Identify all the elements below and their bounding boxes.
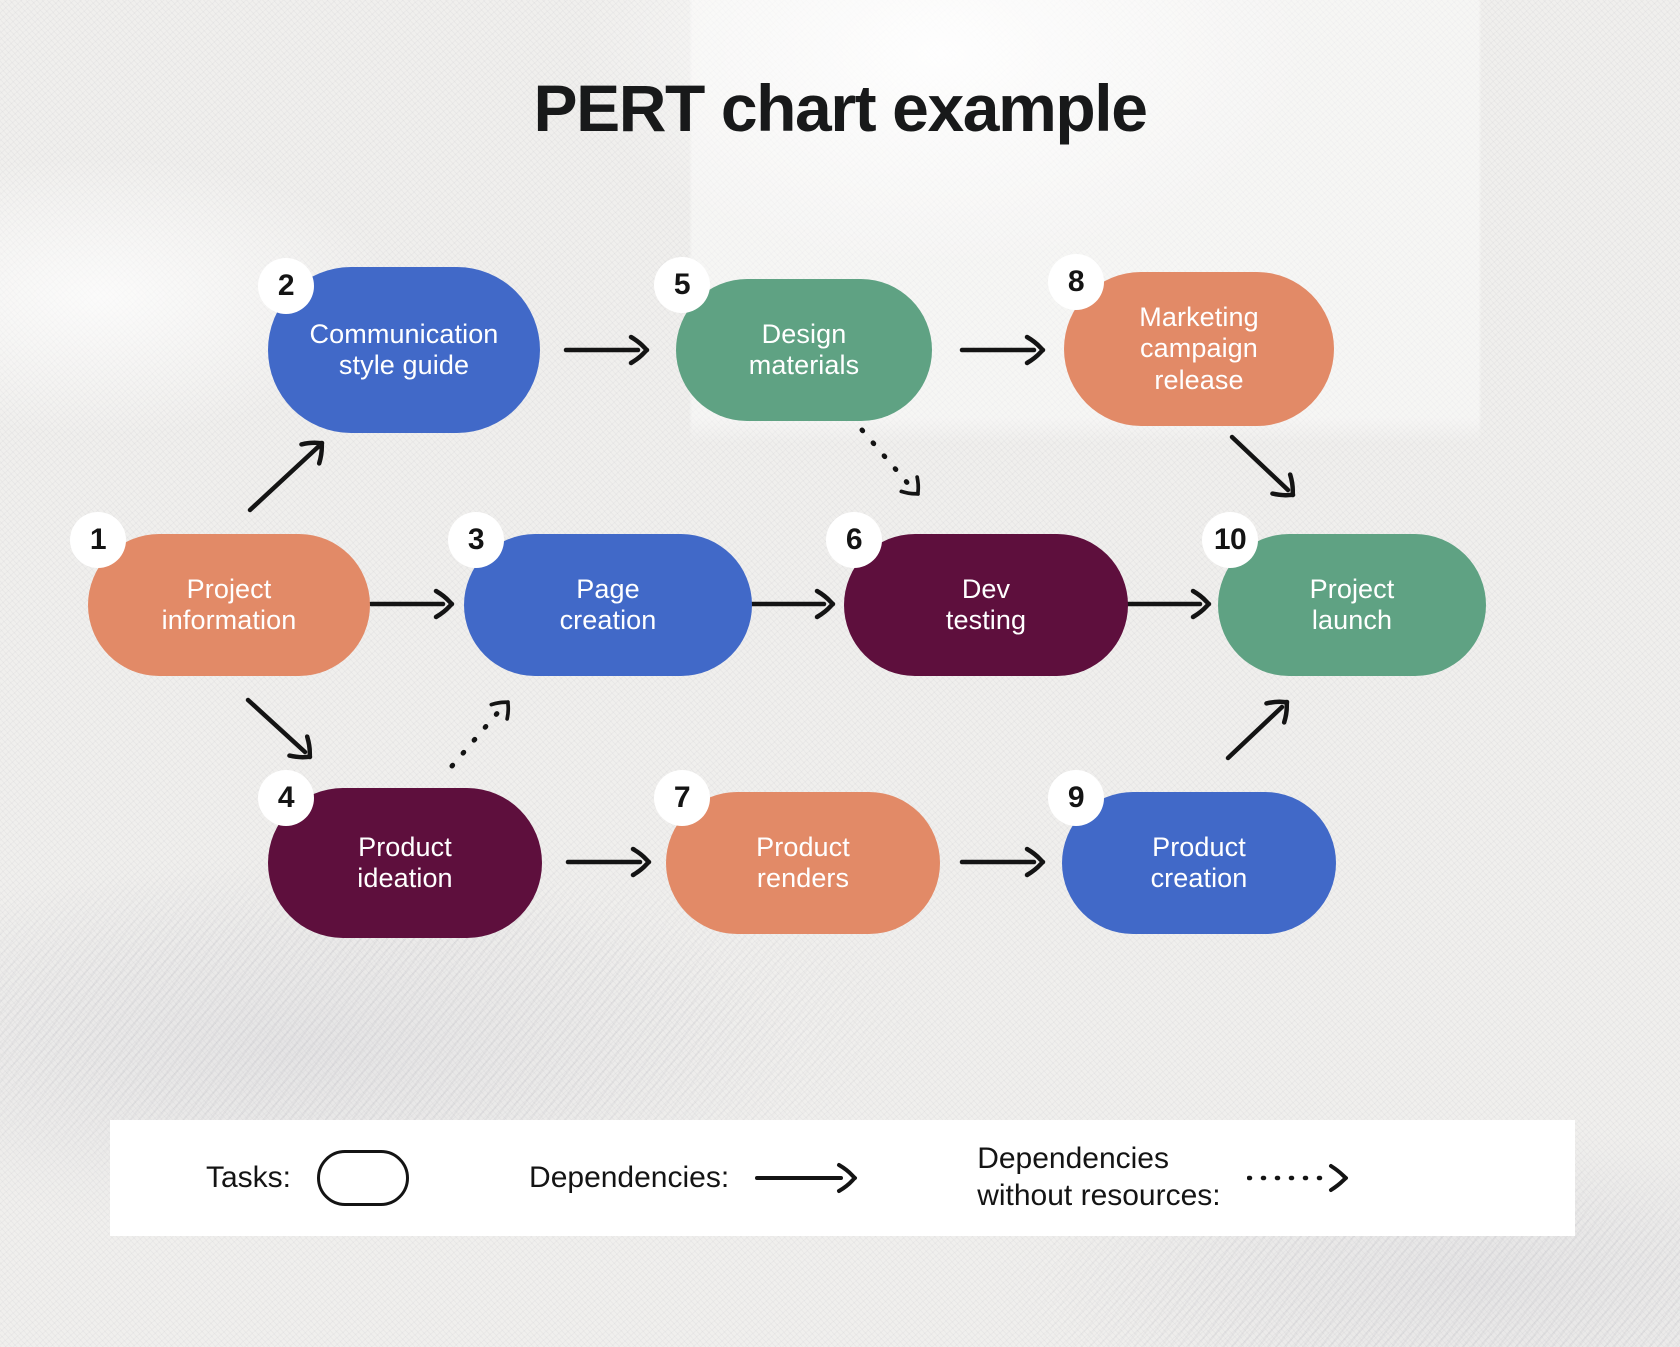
task-node-1[interactable]: Project information — [88, 534, 370, 676]
task-node-4-label: Product ideation — [357, 831, 453, 893]
task-node-1-label: Project information — [161, 573, 297, 635]
dotted-arrow-icon — [1246, 1164, 1348, 1192]
legend-tasks-label: Tasks: — [206, 1160, 292, 1194]
page-title: PERT chart example — [533, 71, 1147, 145]
edge-3-to-6 — [749, 591, 833, 617]
task-node-5-label: Design materials — [748, 318, 860, 380]
task-badge-1-number: 1 — [89, 523, 107, 556]
edge-9-to-10 — [1225, 692, 1296, 761]
edge-2-to-5 — [563, 337, 647, 363]
edge-7-to-9 — [959, 849, 1043, 875]
task-pill-icon — [317, 1150, 410, 1206]
edge-1-to-2 — [247, 433, 331, 513]
legend-panel: Tasks: Dependencies: Dependencies withou… — [110, 1120, 1575, 1236]
task-badge-10-number: 10 — [1213, 523, 1247, 556]
task-badge-9: 9 — [1048, 770, 1104, 826]
task-node-9-label: Product creation — [1150, 831, 1248, 893]
task-badge-9-number: 9 — [1067, 781, 1085, 814]
task-badge-5-number: 5 — [673, 268, 691, 301]
task-badge-1: 1 — [70, 512, 126, 568]
edge-1-to-3 — [368, 591, 452, 617]
task-node-3-label: Page creation — [559, 573, 657, 635]
task-node-7-label: Product renders — [756, 831, 850, 893]
legend-item-tasks: Tasks: — [206, 1150, 410, 1206]
task-badge-10: 10 — [1202, 512, 1258, 568]
edge-4-to-7 — [565, 849, 649, 875]
task-node-8[interactable]: Marketing campaign release — [1064, 272, 1334, 426]
task-badge-3-number: 3 — [467, 523, 485, 556]
task-node-6-label: Dev testing — [945, 573, 1027, 635]
task-badge-8-number: 8 — [1067, 265, 1085, 298]
task-node-6[interactable]: Dev testing — [844, 534, 1128, 676]
task-badge-3: 3 — [448, 512, 504, 568]
legend-dependencies-label: Dependencies: — [529, 1160, 730, 1194]
task-badge-5: 5 — [654, 257, 710, 313]
pert-chart-canvas: PERT chart example Communication style g… — [0, 0, 1680, 1347]
task-badge-6-number: 6 — [845, 523, 863, 556]
edge-4-to-3-dotted — [449, 693, 518, 769]
task-node-9[interactable]: Product creation — [1062, 792, 1336, 934]
edge-5-to-8 — [959, 337, 1043, 363]
edge-5-to-6-dotted — [859, 427, 928, 503]
edge-8-to-10 — [1229, 434, 1302, 505]
task-badge-2-number: 2 — [277, 269, 295, 302]
task-node-10[interactable]: Project launch — [1218, 534, 1486, 676]
task-badge-6: 6 — [826, 512, 882, 568]
edge-6-to-10 — [1125, 591, 1209, 617]
edge-1-to-4 — [245, 697, 319, 767]
task-node-5[interactable]: Design materials — [676, 279, 932, 421]
task-badge-7: 7 — [654, 770, 710, 826]
legend-dependencies-no-resources-label: Dependencies without resources: — [977, 1142, 1221, 1212]
task-node-7[interactable]: Product renders — [666, 792, 940, 934]
task-badge-2: 2 — [258, 258, 314, 314]
task-badge-4-number: 4 — [277, 781, 295, 814]
task-node-2-label: Communication style guide — [309, 318, 499, 380]
task-badge-7-number: 7 — [673, 781, 691, 814]
legend-item-dependencies-without-resources: Dependencies without resources: — [977, 1141, 1350, 1214]
task-node-3[interactable]: Page creation — [464, 534, 752, 676]
legend-item-dependencies: Dependencies: — [529, 1158, 859, 1198]
solid-arrow-icon — [755, 1163, 858, 1193]
task-badge-4: 4 — [258, 770, 314, 826]
task-badge-8: 8 — [1048, 254, 1104, 310]
task-node-8-label: Marketing campaign release — [1139, 302, 1259, 395]
task-node-10-label: Project launch — [1309, 573, 1395, 635]
